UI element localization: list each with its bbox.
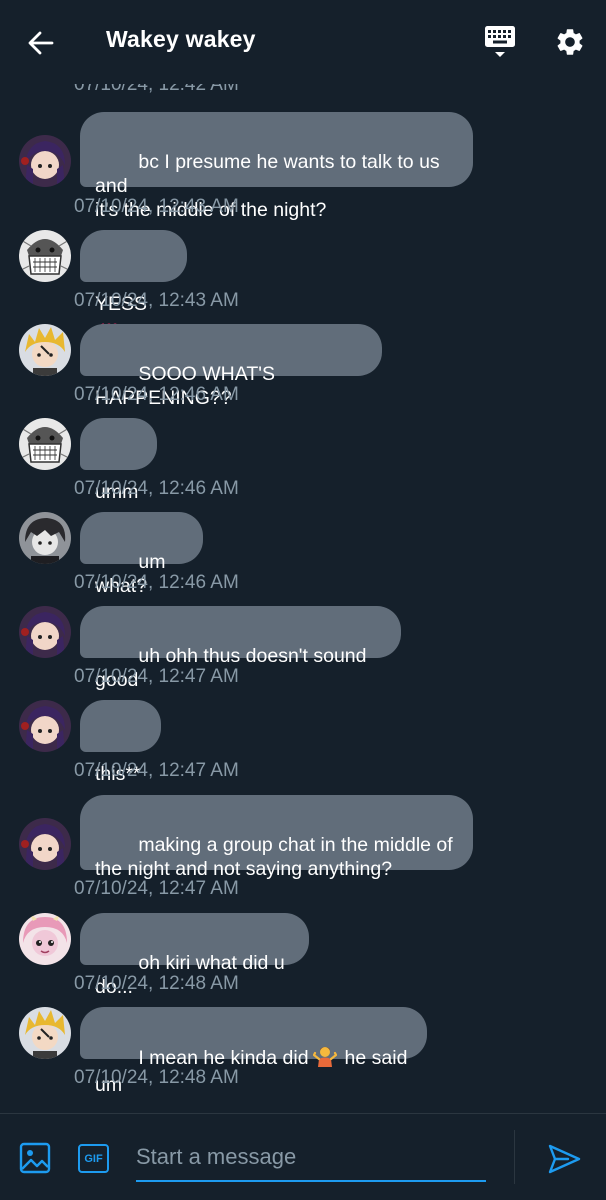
message-bubble[interactable]: YESS100 bbox=[80, 230, 187, 337]
message-timestamp: 07/10/24, 12:46 AM bbox=[74, 572, 239, 593]
gear-icon bbox=[557, 29, 583, 55]
send-button[interactable] bbox=[546, 1141, 582, 1177]
message-bubble[interactable]: making a group chat in the middle of the… bbox=[80, 795, 473, 880]
shrug-person-icon bbox=[312, 1045, 337, 1073]
avatar-purple-hair[interactable] bbox=[19, 700, 71, 752]
message-timestamp: 07/10/24, 12:48 AM bbox=[74, 973, 239, 994]
arrow-left-icon bbox=[28, 31, 54, 55]
avatar-dark-hair[interactable] bbox=[19, 512, 71, 564]
message-bubble[interactable]: umm bbox=[80, 418, 157, 503]
settings-button[interactable] bbox=[552, 24, 588, 60]
message-list[interactable]: 07/10/24, 12:42 AM bc I presume he wants… bbox=[0, 0, 606, 1112]
message-bubble[interactable]: um what? bbox=[80, 512, 203, 597]
composer-divider bbox=[514, 1130, 515, 1184]
gif-button[interactable]: GIF bbox=[78, 1144, 109, 1173]
message-timestamp: 07/10/24, 12:46 AM bbox=[74, 478, 239, 499]
avatar-purple-hair[interactable] bbox=[19, 606, 71, 658]
image-icon bbox=[19, 1142, 51, 1174]
send-icon bbox=[548, 1144, 581, 1174]
message-timestamp: 07/10/24, 12:47 AM bbox=[74, 666, 239, 687]
avatar-manga-mask[interactable] bbox=[19, 230, 71, 282]
avatar-pink-hair[interactable] bbox=[19, 913, 71, 965]
message-bubble[interactable]: this** bbox=[80, 700, 161, 785]
avatar-manga-mask[interactable] bbox=[19, 418, 71, 470]
keyboard-icon bbox=[485, 26, 515, 57]
message-timestamp: 07/10/24, 12:48 AM bbox=[74, 1067, 239, 1088]
avatar-purple-hair[interactable] bbox=[19, 818, 71, 870]
avatar-blonde[interactable] bbox=[19, 1007, 71, 1059]
avatar-blonde[interactable] bbox=[19, 324, 71, 376]
conversation-title[interactable]: Wakey wakey bbox=[106, 26, 256, 53]
back-button[interactable] bbox=[22, 24, 60, 62]
message-text: I mean he kinda did bbox=[138, 1047, 309, 1069]
message-timestamp: 07/10/24, 12:46 AM bbox=[74, 384, 239, 405]
add-image-button[interactable] bbox=[18, 1141, 52, 1175]
message-bubble[interactable]: SOOO WHAT'S HAPPENING?? bbox=[80, 324, 382, 409]
message-timestamp: 07/10/24, 12:47 AM bbox=[74, 878, 239, 899]
dm-conversation-screen: 07/10/24, 12:42 AM bc I presume he wants… bbox=[0, 0, 606, 1200]
message-input[interactable] bbox=[136, 1134, 486, 1182]
message-timestamp: 07/10/24, 12:43 AM bbox=[74, 196, 239, 217]
message-timestamp: 07/10/24, 12:47 AM bbox=[74, 760, 239, 781]
message-text: making a group chat in the middle of the… bbox=[95, 834, 453, 880]
conversation-header: Wakey wakey bbox=[0, 0, 606, 84]
message-bubble[interactable]: oh kiri what did u do... bbox=[80, 913, 309, 998]
message-bubble[interactable]: bc I presume he wants to talk to us and … bbox=[80, 112, 473, 221]
message-composer: GIF bbox=[0, 1113, 606, 1200]
message-bubble[interactable]: uh ohh thus doesn't sound good bbox=[80, 606, 401, 691]
message-timestamp: 07/10/24, 12:43 AM bbox=[74, 290, 239, 311]
keyboard-button[interactable] bbox=[482, 24, 518, 64]
message-bubble[interactable]: I mean he kinda did he said um bbox=[80, 1007, 427, 1096]
avatar-purple-hair[interactable] bbox=[19, 135, 71, 187]
